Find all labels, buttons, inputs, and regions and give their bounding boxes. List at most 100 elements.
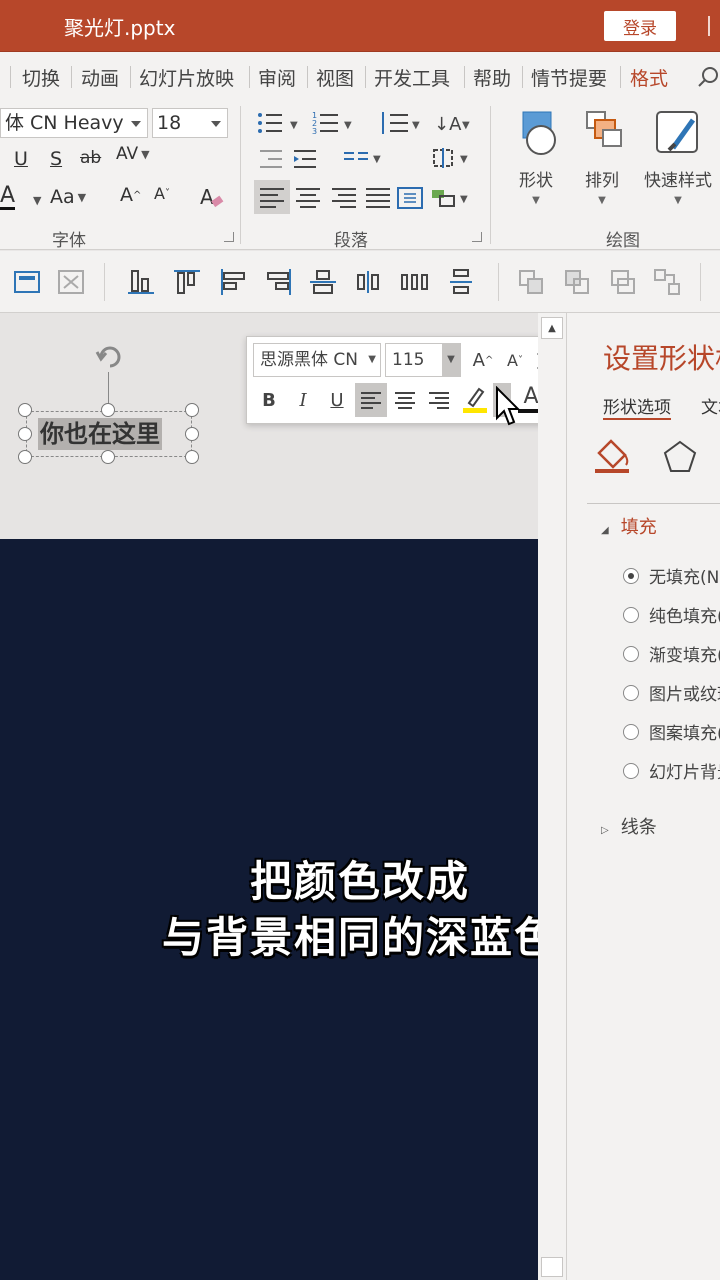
svg-text:3: 3 (312, 127, 317, 136)
shadow-button[interactable]: S (50, 150, 62, 169)
search-icon[interactable] (698, 66, 720, 88)
mini-align-left-button[interactable] (355, 383, 387, 417)
shrink-font-button[interactable]: A ˅ (154, 186, 170, 202)
alignment-buttons-icon[interactable] (258, 186, 428, 210)
fill-option-pattern[interactable]: 图案填充(A) (623, 719, 720, 744)
svg-text:▼: ▼ (290, 120, 298, 131)
highlight-color-button[interactable] (459, 383, 491, 417)
window-control[interactable] (708, 16, 720, 36)
mouse-cursor-icon (496, 386, 521, 426)
underline-button[interactable]: U (14, 150, 28, 169)
tab-review[interactable]: 审阅 (258, 64, 296, 91)
font-name-combo[interactable]: 体 CN Heavy (0, 108, 148, 138)
align-top-icon[interactable] (172, 267, 202, 297)
font-size-value: 18 (157, 112, 182, 134)
clear-formatting-icon[interactable]: A (198, 184, 226, 212)
resize-handle[interactable] (185, 403, 199, 417)
resize-handle[interactable] (18, 403, 32, 417)
fill-option-gradient[interactable]: 渐变填充(G) (623, 641, 720, 666)
fill-option-none[interactable]: 无填充(N) (623, 563, 720, 588)
tab-shape-options[interactable]: 形状选项 (603, 393, 671, 420)
slide-size-icon[interactable] (12, 267, 42, 297)
effects-pentagon-icon[interactable] (660, 437, 700, 477)
font-color-button[interactable]: A (0, 184, 16, 210)
align-left-icon[interactable] (218, 267, 248, 297)
group-icon[interactable] (608, 267, 638, 297)
smartart-icon[interactable]: ▼ (430, 186, 474, 210)
italic-button[interactable]: I (287, 383, 319, 417)
align-middle-icon[interactable] (308, 267, 338, 297)
radio[interactable] (623, 606, 639, 623)
list-buttons-icon[interactable]: ▼ 123 ▼ (256, 110, 362, 136)
distribute-horizontal-icon[interactable] (354, 267, 384, 297)
fill-line-icon[interactable] (591, 433, 635, 477)
mini-align-right-button[interactable] (423, 383, 455, 417)
grow-font-button[interactable]: A ^ (120, 186, 141, 205)
mini-align-center-button[interactable] (389, 383, 421, 417)
arrange-button[interactable]: 排列 ▼ (567, 108, 637, 206)
scroll-up-button[interactable]: ▲ (541, 317, 563, 339)
tab-storyboarding[interactable]: 情节提要 (531, 64, 607, 91)
fill-option-picture[interactable]: 图片或纹理填充(P) (623, 680, 720, 705)
fill-section-header[interactable]: ◢ 填充 (601, 513, 657, 539)
bold-button[interactable]: B (253, 383, 285, 417)
paragraph-dialog-launcher-icon[interactable] (472, 232, 482, 242)
shapes-button[interactable]: 形状 ▼ (501, 108, 571, 206)
quick-styles-button[interactable]: 快速样式 ▼ (636, 108, 720, 206)
chevron-down-icon: ▼ (532, 195, 540, 206)
bring-forward-icon[interactable] (516, 267, 546, 297)
mini-shrink-font-button[interactable]: A ˅ (499, 343, 531, 377)
radio[interactable] (623, 684, 639, 701)
vertical-scrollbar[interactable]: ▲ (538, 313, 566, 1280)
fill-option-solid[interactable]: 纯色填充(S) (623, 602, 720, 627)
distribute-columns-icon[interactable] (400, 267, 430, 297)
mini-font-name-combo[interactable]: 思源黑体 CN ▼ (253, 343, 381, 377)
resize-handle[interactable] (185, 427, 199, 441)
char-spacing-button[interactable]: AV ▼ (116, 146, 150, 163)
tab-text-options[interactable]: 文本选项 (701, 393, 720, 418)
tab-slideshow[interactable]: 幻灯片放映 (139, 64, 234, 91)
indent-buttons-icon[interactable] (258, 148, 320, 172)
strikethrough-button[interactable]: ab (80, 150, 101, 167)
resize-handle[interactable] (18, 427, 32, 441)
font-dialog-launcher-icon[interactable] (224, 232, 234, 242)
rotate-handle-icon[interactable] (93, 340, 127, 374)
tab-format[interactable]: 格式 (630, 64, 668, 91)
ungroup-icon[interactable] (652, 267, 682, 297)
toolbar-separator (700, 263, 701, 301)
slide-canvas[interactable] (0, 313, 538, 1280)
resize-handle[interactable] (185, 450, 199, 464)
radio-selected[interactable] (623, 567, 639, 584)
change-case-button[interactable]: Aa ▼ (50, 188, 86, 207)
distribute-vertical-icon[interactable] (446, 267, 476, 297)
send-backward-icon[interactable] (562, 267, 592, 297)
change-case-label: Aa (50, 186, 75, 208)
align-bottom-icon[interactable] (126, 267, 156, 297)
resize-handle[interactable] (101, 403, 115, 417)
underline-button[interactable]: U (321, 383, 353, 417)
resize-handle[interactable] (18, 450, 32, 464)
line-spacing-icon[interactable]: ▼ ↓A ▼ (378, 110, 474, 136)
text-direction-icon[interactable]: ▼ (430, 146, 474, 170)
radio[interactable] (623, 762, 639, 779)
line-section-header[interactable]: ▷ 线条 (601, 813, 657, 839)
tab-view[interactable]: 视图 (316, 64, 354, 91)
mini-font-size-combo[interactable]: 115 ▼ (385, 343, 461, 377)
align-right-icon[interactable] (264, 267, 294, 297)
mini-grow-font-button[interactable]: A ^ (467, 343, 499, 377)
tab-transitions[interactable]: 切换 (22, 64, 60, 91)
shape-text[interactable]: 你也在这里 (38, 418, 162, 450)
radio[interactable] (623, 645, 639, 662)
resize-handle[interactable] (101, 450, 115, 464)
tab-help[interactable]: 帮助 (473, 64, 511, 91)
tab-animations[interactable]: 动画 (81, 64, 119, 91)
radio[interactable] (623, 723, 639, 740)
fill-option-slide-background[interactable]: 幻灯片背景填充(B) (623, 758, 720, 783)
font-size-combo[interactable]: 18 (152, 108, 228, 138)
chevron-down-icon[interactable]: ▼ (33, 194, 41, 207)
scroll-thumb[interactable] (541, 1257, 563, 1277)
close-shape-icon[interactable] (56, 267, 86, 297)
login-button[interactable]: 登录 (604, 11, 676, 41)
columns-icon[interactable]: ▼ (342, 148, 384, 172)
tab-developer[interactable]: 开发工具 (374, 64, 450, 91)
